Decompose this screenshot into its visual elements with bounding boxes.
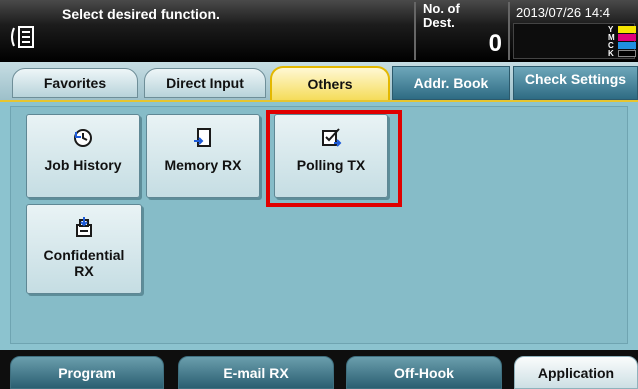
toner-label: Y xyxy=(608,25,614,34)
tab-others[interactable]: Others xyxy=(270,66,390,100)
fax-screen: Select desired function. No. of Dest. 0 … xyxy=(0,0,638,389)
destination-count-label: No. of Dest. xyxy=(423,1,460,30)
program-button[interactable]: Program xyxy=(10,356,164,389)
email-rx-button[interactable]: E-mail RX xyxy=(178,356,334,389)
function-label: Confidential RX xyxy=(43,247,125,279)
toner-bar-magenta xyxy=(618,34,636,41)
application-button[interactable]: Application xyxy=(514,356,638,389)
tab-direct-input[interactable]: Direct Input xyxy=(144,68,266,98)
tab-addr-book[interactable]: Addr. Book xyxy=(392,66,510,100)
date-time: 2013/07/26 14:4 xyxy=(516,5,610,20)
memory-rx-button[interactable]: Memory RX xyxy=(146,114,260,198)
header-divider xyxy=(414,2,416,60)
job-history-icon xyxy=(74,129,92,147)
header-divider xyxy=(508,2,510,60)
destination-count: 0 xyxy=(488,30,502,57)
function-label: Job History xyxy=(44,157,122,173)
toner-label: K xyxy=(608,49,614,58)
memory-rx-icon xyxy=(194,128,211,147)
function-label: Memory RX xyxy=(164,157,242,173)
job-history-button[interactable]: Job History xyxy=(26,114,140,198)
tab-bar: Favorites Direct Input Others Addr. Book… xyxy=(0,62,638,100)
check-settings-button[interactable]: Check Settings xyxy=(513,66,638,100)
bottom-bar: Program E-mail RX Off-Hook Application xyxy=(0,350,638,389)
tab-favorites[interactable]: Favorites xyxy=(12,68,138,98)
confidential-rx-button[interactable]: Confidential RX xyxy=(26,204,142,294)
toner-label: M xyxy=(608,33,615,42)
header-bar: Select desired function. No. of Dest. 0 … xyxy=(0,0,638,62)
fax-mode-icon xyxy=(11,26,34,48)
toner-levels: Y M C K xyxy=(600,24,638,60)
toner-label: C xyxy=(608,41,614,50)
toner-bar-cyan xyxy=(618,42,636,49)
confidential-rx-icon xyxy=(76,217,92,237)
toner-bar-black xyxy=(618,50,636,57)
off-hook-button[interactable]: Off-Hook xyxy=(346,356,502,389)
status-message: Select desired function. xyxy=(62,6,220,22)
highlight-box xyxy=(266,110,402,207)
toner-bar-yellow xyxy=(618,26,636,33)
